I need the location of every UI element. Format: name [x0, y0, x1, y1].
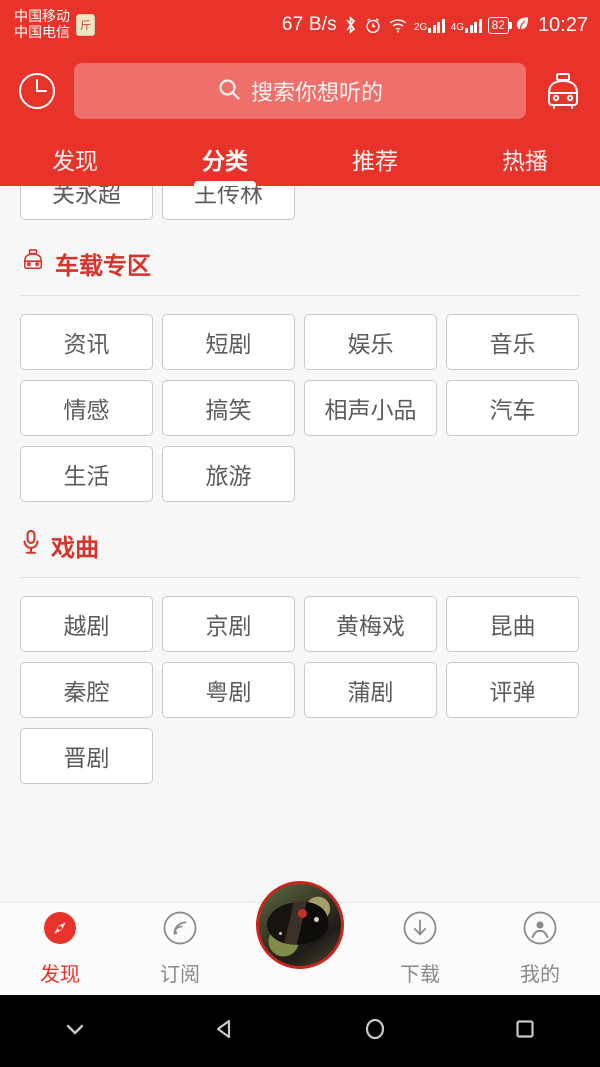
category-chip[interactable]: 京剧: [162, 596, 295, 652]
category-chip[interactable]: 关永超: [20, 186, 153, 220]
home-key[interactable]: [300, 1016, 450, 1047]
status-clock: 10:27: [537, 13, 588, 36]
now-playing-album-art[interactable]: [256, 881, 344, 969]
carrier-primary: 中国移动: [14, 8, 70, 25]
bluetooth-icon: [343, 15, 358, 35]
bottom-nav-label: 下载: [400, 964, 440, 986]
bottom-nav-subscriptions[interactable]: 订阅: [120, 911, 240, 987]
status-icons: 67 B/s 2G 4G 82 10:27: [282, 14, 588, 37]
category-chip[interactable]: 情感: [20, 380, 153, 436]
category-tab-bar: 发现 分类 推荐 热播: [0, 132, 600, 186]
carrier-names: 中国移动 中国电信: [14, 9, 70, 40]
compass-icon: [43, 911, 77, 951]
category-chip[interactable]: 相声小品: [304, 380, 437, 436]
bottom-nav-discover[interactable]: 发现: [0, 911, 120, 987]
category-chip[interactable]: 音乐: [446, 314, 579, 370]
category-chip[interactable]: 搞笑: [162, 380, 295, 436]
category-chip[interactable]: 秦腔: [20, 662, 153, 718]
microphone-icon: [20, 529, 42, 562]
category-chip[interactable]: 越剧: [20, 596, 153, 652]
android-nav-bar: [0, 995, 600, 1067]
battery-icon: 82: [487, 16, 513, 34]
section-header: 戏曲: [20, 502, 580, 577]
category-list[interactable]: 关永超 王传林 车载专区 资讯 短剧 娱乐 音乐 情感 搞笑 相声小品 汽车 生…: [0, 186, 600, 902]
search-placeholder: 搜索你想听的: [250, 80, 383, 105]
section-header: 车载专区: [20, 220, 580, 295]
partial-chip-row: 关永超 王传林: [0, 186, 600, 220]
search-icon: [217, 77, 241, 106]
sim-card-icon: 斤: [76, 14, 95, 36]
category-chip[interactable]: 晋剧: [20, 728, 153, 784]
leaf-icon: [515, 15, 530, 35]
user-profile-icon: [523, 911, 557, 951]
taxi-icon: [20, 248, 46, 279]
tab-label: 分类: [202, 148, 248, 174]
bottom-nav-label: 发现: [40, 964, 80, 986]
signal-2g-icon: 2G: [414, 18, 445, 33]
clock-history-icon[interactable]: [14, 68, 60, 114]
chevron-down-icon: [62, 1016, 88, 1047]
tab-label: 热播: [502, 148, 548, 174]
opera-chip-grid: 越剧 京剧 黄梅戏 昆曲 秦腔 粤剧 蒲剧 评弹 晋剧: [20, 578, 580, 784]
battery-level-label: 82: [491, 18, 505, 32]
category-chip[interactable]: 生活: [20, 446, 153, 502]
category-chip[interactable]: 黄梅戏: [304, 596, 437, 652]
status-bar: 中国移动 中国电信 斤 67 B/s 2G 4G 82 10:27: [0, 0, 600, 50]
tab-recommended[interactable]: 推荐: [300, 132, 450, 186]
section-title: 戏曲: [51, 535, 99, 562]
network-speed-label: 67 B/s: [281, 14, 337, 35]
home-circle-icon: [362, 1016, 388, 1047]
wifi-icon: [388, 17, 408, 34]
category-chip[interactable]: 粤剧: [162, 662, 295, 718]
category-chip[interactable]: 资讯: [20, 314, 153, 370]
section-car-zone: 车载专区 资讯 短剧 娱乐 音乐 情感 搞笑 相声小品 汽车 生活 旅游: [0, 220, 600, 502]
category-chip[interactable]: 王传林: [162, 186, 295, 220]
phone-screen: 中国移动 中国电信 斤 67 B/s 2G 4G 82 10:27 搜索你想听的…: [0, 0, 600, 1067]
bottom-nav-label: 我的: [520, 964, 560, 986]
recents-key[interactable]: [450, 1016, 600, 1047]
category-chip[interactable]: 蒲剧: [304, 662, 437, 718]
album-art-image: [259, 884, 341, 966]
back-key[interactable]: [150, 1016, 300, 1047]
category-chip[interactable]: 评弹: [446, 662, 579, 718]
car-zone-chip-grid: 资讯 短剧 娱乐 音乐 情感 搞笑 相声小品 汽车 生活 旅游: [20, 296, 580, 502]
carrier-info: 中国移动 中国电信 斤: [14, 9, 95, 40]
tab-label: 发现: [52, 148, 98, 174]
alarm-clock-icon: [364, 16, 382, 35]
signal-4g-icon: 4G: [451, 18, 482, 33]
signal-2g-label: 2G: [413, 21, 428, 33]
recents-square-icon: [512, 1016, 538, 1047]
category-chip[interactable]: 旅游: [162, 446, 295, 502]
section-opera: 戏曲 越剧 京剧 黄梅戏 昆曲 秦腔 粤剧 蒲剧 评弹 晋剧: [0, 502, 600, 784]
taxi-icon[interactable]: [540, 68, 586, 114]
rss-icon: [163, 911, 197, 951]
tab-categories[interactable]: 分类: [150, 132, 300, 186]
carrier-secondary: 中国电信: [14, 24, 70, 40]
bottom-tab-bar: 发现 订阅 下载 我的: [0, 881, 600, 995]
back-triangle-icon: [212, 1016, 238, 1047]
bottom-nav-profile[interactable]: 我的: [480, 911, 600, 987]
bottom-nav-label: 订阅: [160, 964, 200, 986]
tab-label: 推荐: [352, 148, 398, 174]
signal-4g-label: 4G: [450, 21, 465, 33]
category-chip[interactable]: 汽车: [446, 380, 579, 436]
tab-hot[interactable]: 热播: [450, 132, 600, 186]
category-chip[interactable]: 短剧: [162, 314, 295, 370]
bottom-nav-downloads[interactable]: 下载: [360, 911, 480, 987]
download-icon: [403, 911, 437, 951]
category-chip[interactable]: 娱乐: [304, 314, 437, 370]
tab-discover[interactable]: 发现: [0, 132, 150, 186]
hide-keyboard-key[interactable]: [0, 1016, 150, 1047]
app-header: 搜索你想听的: [0, 50, 600, 132]
category-chip[interactable]: 昆曲: [446, 596, 579, 652]
section-title: 车载专区: [55, 253, 151, 280]
search-input[interactable]: 搜索你想听的: [74, 63, 526, 119]
